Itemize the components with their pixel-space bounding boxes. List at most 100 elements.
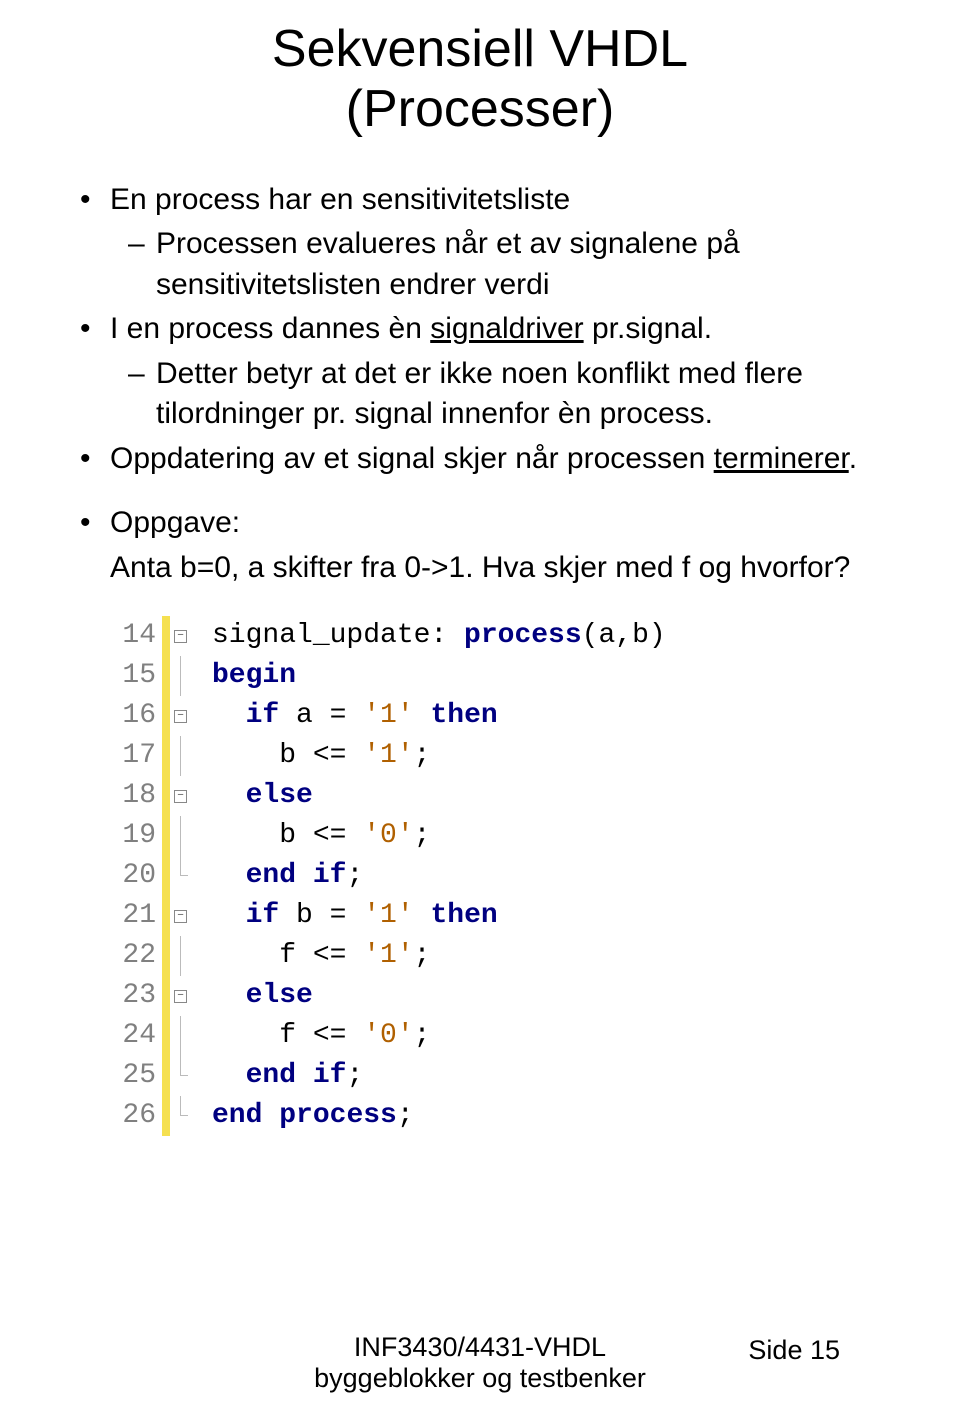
fold-end-icon [180,856,181,876]
bullet-dot-icon: • [80,503,110,544]
page-number: Side 15 [748,1335,840,1366]
bullet-1-text: En process har en sensitivitetsliste [110,180,900,221]
b2-u: signaldriver [430,312,583,345]
dash-icon: – [128,354,156,435]
bullet-2-sub-1-text: Detter betyr at det er ikke noen konflik… [156,354,900,435]
gutter: − [162,696,212,736]
fold-line-icon [180,816,181,856]
fold-end-icon [180,1096,181,1116]
line-number: 23 [120,976,162,1016]
bullet-4-text: Anta b=0, a skifter fra 0->1. Hva skjer … [80,548,900,589]
change-marker-icon [162,936,170,976]
gutter [162,816,212,856]
b2-b: pr.signal. [584,312,712,345]
fold-line-icon [180,1016,181,1056]
change-marker-icon [162,616,170,656]
code-text: else [212,776,313,816]
code-line-23: 23 − else [120,976,900,1016]
bullet-3-text: Oppdatering av et signal skjer når proce… [110,439,900,480]
gutter: − [162,976,212,1016]
bullet-dot-icon: • [80,309,110,350]
line-number: 26 [120,1096,162,1136]
fold-end-icon [180,1056,181,1076]
bullet-2: • I en process dannes èn signaldriver pr… [80,309,900,350]
gutter [162,1096,212,1136]
footer-line1: INF3430/4431-VHDL [354,1332,606,1362]
bullet-1: • En process har en sensitivitetsliste [80,180,900,221]
code-line-19: 19 b <= '0'; [120,816,900,856]
bullet-2-text: I en process dannes èn signaldriver pr.s… [110,309,900,350]
bullet-4: • Oppgave: [80,503,900,544]
b2-a: I en process dannes èn [110,312,430,345]
gutter [162,656,212,696]
b3-b: . [849,442,857,475]
fold-line-icon [180,936,181,976]
code-line-16: 16 − if a = '1' then [120,696,900,736]
code-text: end process; [212,1096,414,1136]
code-line-21: 21 − if b = '1' then [120,896,900,936]
fold-minus-icon[interactable]: − [174,990,187,1003]
footer-line2: byggeblokker og testbenker [314,1363,646,1393]
line-number: 20 [120,856,162,896]
code-text: b <= '1'; [212,736,430,776]
code-text: if b = '1' then [212,896,498,936]
gutter: − [162,616,212,656]
code-line-25: 25 end if; [120,1056,900,1096]
code-text: b <= '0'; [212,816,430,856]
code-text: end if; [212,1056,363,1096]
code-snippet: 14 − signal_update: process(a,b) 15 begi… [120,616,900,1136]
change-marker-icon [162,896,170,936]
dash-icon: – [128,224,156,305]
change-marker-icon [162,1016,170,1056]
gutter: − [162,896,212,936]
bullet-4-label: Oppgave: [110,503,900,544]
bullet-dot-icon: • [80,439,110,480]
gutter [162,936,212,976]
change-marker-icon [162,696,170,736]
line-number: 21 [120,896,162,936]
b3-u: terminerer [714,442,849,475]
gutter [162,736,212,776]
fold-minus-icon[interactable]: − [174,630,187,643]
line-number: 22 [120,936,162,976]
fold-line-icon [180,736,181,776]
code-line-14: 14 − signal_update: process(a,b) [120,616,900,656]
code-text: else [212,976,313,1016]
code-text: f <= '1'; [212,936,430,976]
code-line-18: 18 − else [120,776,900,816]
code-text: f <= '0'; [212,1016,430,1056]
code-line-15: 15 begin [120,656,900,696]
change-marker-icon [162,816,170,856]
fold-minus-icon[interactable]: − [174,790,187,803]
bullet-3: • Oppdatering av et signal skjer når pro… [80,439,900,480]
code-text: end if; [212,856,363,896]
code-text: begin [212,656,296,696]
line-number: 18 [120,776,162,816]
slide-title: Sekvensiell VHDL (Processer) [60,20,900,140]
title-line2: (Processer) [346,80,615,138]
change-marker-icon [162,776,170,816]
gutter [162,1056,212,1096]
code-line-20: 20 end if; [120,856,900,896]
line-number: 25 [120,1056,162,1096]
change-marker-icon [162,656,170,696]
code-line-22: 22 f <= '1'; [120,936,900,976]
slide-body: • En process har en sensitivitetsliste –… [60,180,900,589]
code-line-17: 17 b <= '1'; [120,736,900,776]
gutter: − [162,776,212,816]
change-marker-icon [162,736,170,776]
gutter [162,856,212,896]
bullet-1-sub-1: – Processen evalueres når et av signalen… [80,224,900,305]
line-number: 17 [120,736,162,776]
b3-a: Oppdatering av et signal skjer når proce… [110,442,714,475]
bullet-1-sub-1-text: Processen evalueres når et av signalene … [156,224,900,305]
line-number: 14 [120,616,162,656]
line-number: 15 [120,656,162,696]
bullet-2-sub-1: – Detter betyr at det er ikke noen konfl… [80,354,900,435]
fold-minus-icon[interactable]: − [174,910,187,923]
change-marker-icon [162,856,170,896]
code-text: signal_update: process(a,b) [212,616,666,656]
fold-minus-icon[interactable]: − [174,710,187,723]
line-number: 19 [120,816,162,856]
bullet-dot-icon: • [80,180,110,221]
